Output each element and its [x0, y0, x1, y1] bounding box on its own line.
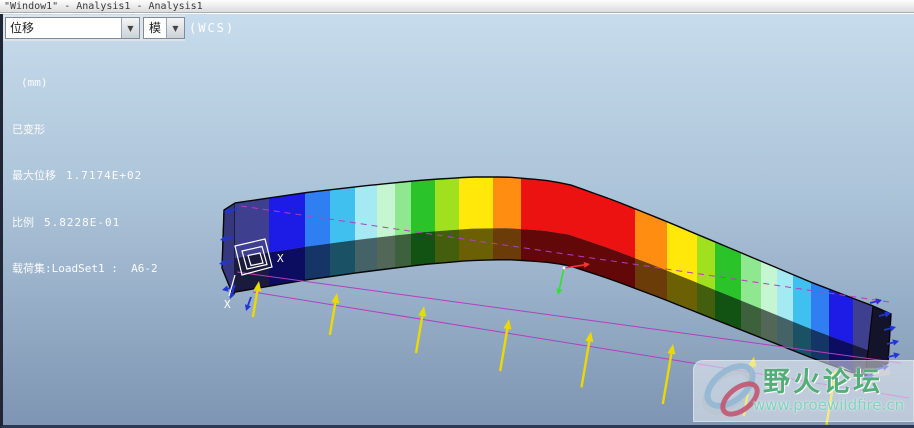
watermark: 野火论坛 www.proewildfire.cn: [693, 360, 914, 422]
result-triad: [556, 261, 590, 295]
legend-scale: 比例 5.8228E-01: [12, 215, 121, 229]
window-title: "Window1" - Analysis1 - Analysis1: [4, 1, 203, 12]
result-toolbar: 位移 ▼ 模 ▼: [3, 15, 185, 41]
component-value[interactable]: 模: [144, 18, 166, 38]
window-title-bar: "Window1" - Analysis1 - Analysis1: [0, 0, 914, 13]
watermark-site-url: www.proewildfire.cn: [753, 396, 905, 414]
wcs-x2-label: X: [224, 298, 231, 311]
legend-loadset: 载荷集:LoadSet1 : A6-2: [12, 262, 158, 275]
result-type-value[interactable]: 位移: [6, 18, 121, 38]
chevron-down-icon[interactable]: ▼: [166, 18, 184, 38]
graphics-viewport[interactable]: X X 位移 ▼ 模 ▼ (WCS) (mm) 已变形 最大位移 1.7174E+0…: [0, 14, 914, 428]
wcs-x-label: X: [277, 252, 284, 265]
legend-deformed: 已变形: [12, 122, 45, 136]
component-combobox[interactable]: 模 ▼: [143, 17, 185, 39]
result-legend: (mm) 已变形 最大位移 1.7174E+02 比例 5.8228E-01 载荷集…: [12, 44, 158, 308]
legend-max-displacement: 最大位移 1.7174E+02: [12, 169, 143, 182]
chevron-down-icon[interactable]: ▼: [121, 18, 139, 38]
csys-label: (WCS): [189, 21, 236, 35]
beam-fringe: [221, 176, 892, 381]
watermark-site-name: 野火论坛: [763, 367, 883, 398]
legend-units: (mm): [21, 76, 48, 89]
result-type-combobox[interactable]: 位移 ▼: [5, 17, 140, 39]
simulate-result-window: "Window1" - Analysis1 - Analysis1 X X 位移 …: [0, 0, 914, 428]
